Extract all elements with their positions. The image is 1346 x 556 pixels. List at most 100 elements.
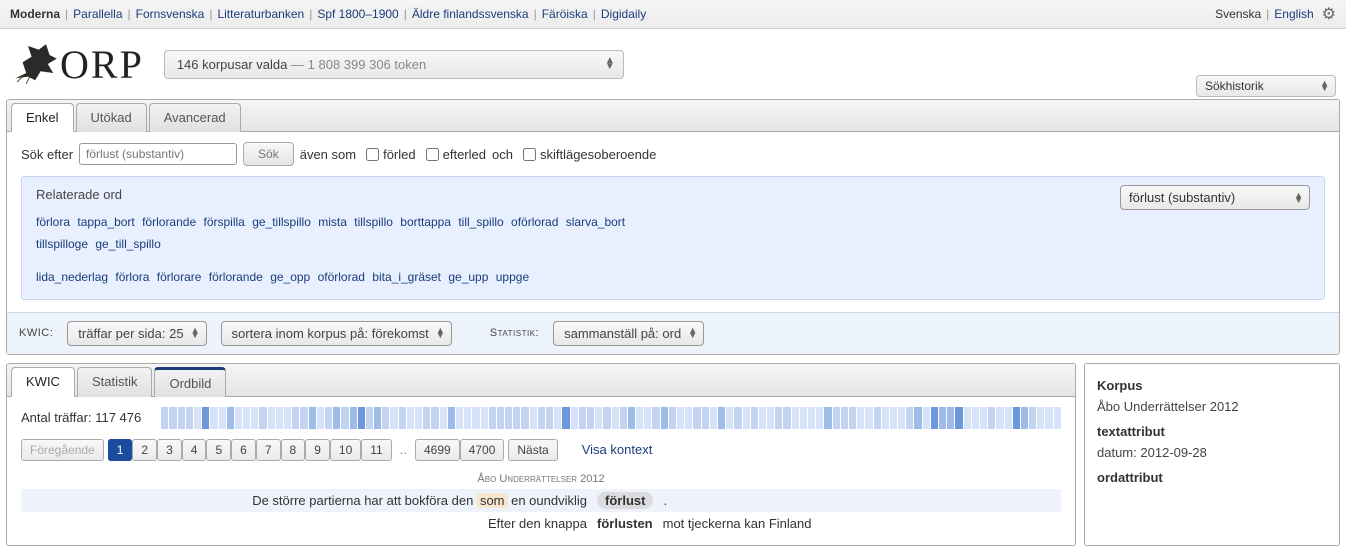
logo[interactable]: ORP <box>10 37 144 91</box>
kwic-row[interactable]: Efter den knappa förlustenmot tjeckerna … <box>21 512 1061 535</box>
mode-link[interactable]: Digidaily <box>601 7 646 21</box>
case-insensitive-checkbox[interactable]: skiftlägesoberoende <box>523 147 656 162</box>
related-word-link[interactable]: förlora <box>36 215 70 229</box>
related-word-link[interactable]: tillspilloge <box>36 237 88 251</box>
related-word-link[interactable]: tappa_bort <box>77 215 134 229</box>
page-button[interactable]: 4 <box>182 439 207 461</box>
chevron-updown-icon: ▲▼ <box>688 328 697 338</box>
chevron-updown-icon: ▲▼ <box>1294 193 1303 203</box>
mode-link[interactable]: Spf 1800–1900 <box>317 7 398 21</box>
token-info-sidebar: Korpus Åbo Underrättelser 2012 textattri… <box>1084 363 1340 546</box>
mode-link[interactable]: Litteraturbanken <box>217 7 304 21</box>
mode-link[interactable]: Fornsvenska <box>136 7 205 21</box>
related-word-link[interactable]: bita_i_gräset <box>372 270 441 284</box>
ordattr-heading: ordattribut <box>1097 470 1327 485</box>
logo-text: ORP <box>60 41 144 88</box>
suffix-checkbox[interactable]: efterled <box>426 147 486 162</box>
results-panel: KWICStatistikOrdbild Antal träffar: 117 … <box>6 363 1076 546</box>
next-page-button[interactable]: Nästa <box>508 439 557 461</box>
tab-ordbild[interactable]: Ordbild <box>154 367 226 397</box>
pager: Föregående 1234567891011 .. 46994700 Näs… <box>21 439 1061 461</box>
page-button[interactable]: 4700 <box>460 439 505 461</box>
page-button[interactable]: 10 <box>330 439 361 461</box>
related-word-link[interactable]: tillspillo <box>354 215 393 229</box>
sort-dropdown[interactable]: sortera inom korpus på: förekomst ▲▼ <box>221 321 452 346</box>
chevron-updown-icon: ▲▼ <box>1320 81 1329 91</box>
mode-link[interactable]: Parallella <box>73 7 122 21</box>
kwic-label: KWIC: <box>19 327 53 339</box>
related-word-link[interactable]: borttappa <box>400 215 451 229</box>
tab-enkel[interactable]: Enkel <box>11 103 74 132</box>
page-button[interactable]: 3 <box>157 439 182 461</box>
corpus-count: 146 korpusar valda <box>177 57 288 72</box>
compile-dropdown[interactable]: sammanställ på: ord ▲▼ <box>553 321 704 346</box>
corpus-selector[interactable]: 146 korpusar valda — 1 808 399 306 token… <box>164 50 624 79</box>
also-as-label: även som <box>300 147 356 162</box>
related-word-link[interactable]: oförlorad <box>318 270 365 284</box>
related-sense-dropdown[interactable]: förlust (substantiv) ▲▼ <box>1120 185 1310 210</box>
kwic-row[interactable]: De större partierna har att bokföra den … <box>21 489 1061 512</box>
gear-icon[interactable]: ⚙ <box>1322 4 1336 24</box>
chevron-updown-icon: ▲▼ <box>191 328 200 338</box>
kwic-results: Åbo Underrättelser 2012 De större partie… <box>21 469 1061 535</box>
page-button[interactable]: 5 <box>206 439 231 461</box>
related-word-link[interactable]: ge_opp <box>270 270 310 284</box>
mode-link[interactable]: Moderna <box>10 7 60 21</box>
related-word-link[interactable]: förlorande <box>142 215 196 229</box>
page-button[interactable]: 6 <box>231 439 256 461</box>
search-label: Sök efter <box>21 147 73 162</box>
search-button[interactable]: Sök <box>243 142 294 166</box>
tab-kwic[interactable]: KWIC <box>11 367 75 397</box>
search-panel: EnkelUtökadAvancerad Sök efter Sök även … <box>6 99 1340 355</box>
related-word-link[interactable]: ge_till_spillo <box>95 237 160 251</box>
match-token[interactable]: förlust <box>597 492 653 509</box>
page-button[interactable]: 9 <box>305 439 330 461</box>
mode-links: Moderna|Parallella|Fornsvenska|Litteratu… <box>10 7 646 21</box>
mode-link[interactable]: Färöiska <box>542 7 588 21</box>
related-word-link[interactable]: förlorande <box>209 270 263 284</box>
corpus-tokens: 1 808 399 306 token <box>308 57 427 72</box>
related-title: Relaterade ord <box>36 187 1310 202</box>
page-button[interactable]: 4699 <box>415 439 460 461</box>
tab-utökad[interactable]: Utökad <box>76 103 147 132</box>
lang-link[interactable]: Svenska <box>1215 7 1261 21</box>
related-row: förlora tappa_bort förlorande förspilla … <box>36 212 676 255</box>
lang-link[interactable]: English <box>1274 7 1313 21</box>
page-button[interactable]: 8 <box>281 439 306 461</box>
results-controls: KWIC: träffar per sida: 25 ▲▼ sortera in… <box>7 312 1339 354</box>
related-word-link[interactable]: ge_upp <box>448 270 488 284</box>
textattr-heading: textattribut <box>1097 424 1327 439</box>
related-word-link[interactable]: mista <box>318 215 347 229</box>
hits-label: Antal träffar: 117 476 <box>21 410 141 425</box>
and-label: och <box>492 147 513 162</box>
search-history-dropdown[interactable]: Sökhistorik ▲▼ <box>1196 75 1336 97</box>
related-word-link[interactable]: ge_tillspillo <box>252 215 311 229</box>
pager-ellipsis: .. <box>396 442 411 457</box>
tab-avancerad[interactable]: Avancerad <box>149 103 241 132</box>
related-word-link[interactable]: lida_nederlag <box>36 270 108 284</box>
related-word-link[interactable]: slarva_bort <box>566 215 625 229</box>
prefix-checkbox[interactable]: förled <box>366 147 416 162</box>
page-button[interactable]: 1 <box>108 439 133 461</box>
corpus-distribution-viz[interactable] <box>161 407 1061 429</box>
prev-page-button[interactable]: Föregående <box>21 439 104 461</box>
hits-per-page-dropdown[interactable]: träffar per sida: 25 ▲▼ <box>67 321 206 346</box>
related-word-link[interactable]: oförlorad <box>511 215 558 229</box>
korpus-value: Åbo Underrättelser 2012 <box>1097 399 1327 414</box>
mode-link[interactable]: Äldre finlandssvenska <box>412 7 529 21</box>
related-word-link[interactable]: förlorare <box>157 270 202 284</box>
view-context-link[interactable]: Visa kontext <box>582 442 653 457</box>
related-word-link[interactable]: förspilla <box>203 215 244 229</box>
search-input[interactable] <box>79 143 237 165</box>
search-mode-tabs: EnkelUtökadAvancerad <box>7 100 1339 132</box>
chevron-updown-icon: ▲▼ <box>605 58 615 70</box>
page-button[interactable]: 11 <box>361 439 391 461</box>
page-button[interactable]: 7 <box>256 439 281 461</box>
related-word-link[interactable]: uppge <box>496 270 529 284</box>
tab-statistik[interactable]: Statistik <box>77 367 153 397</box>
page-button[interactable]: 2 <box>132 439 157 461</box>
related-word-link[interactable]: till_spillo <box>458 215 503 229</box>
kwic-corpus-heading: Åbo Underrättelser 2012 <box>21 469 1061 489</box>
related-word-link[interactable]: förlora <box>115 270 149 284</box>
match-token[interactable]: förlusten <box>597 516 653 531</box>
